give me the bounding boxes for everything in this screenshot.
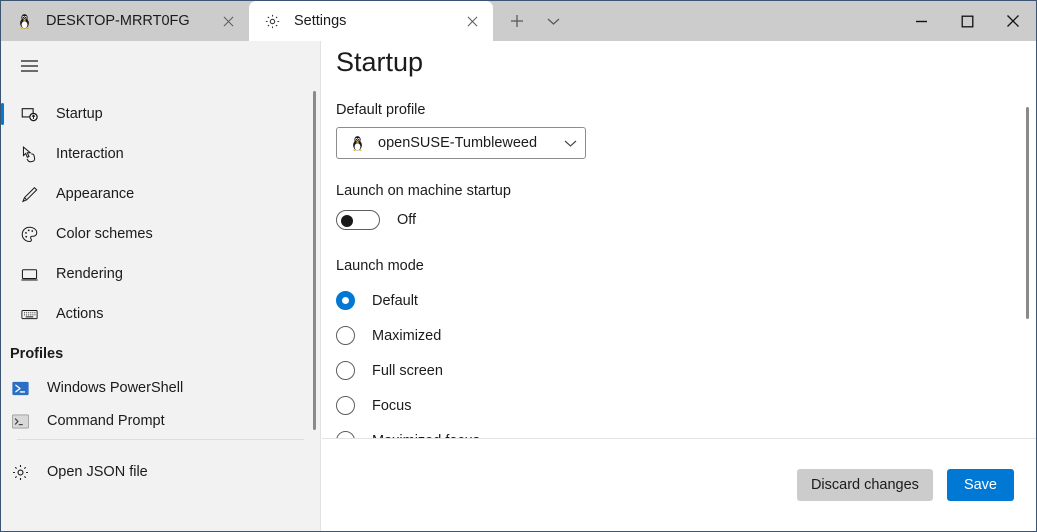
sidebar-item-label: Windows PowerShell: [47, 380, 184, 396]
tux-icon: [15, 12, 33, 30]
sidebar-divider: [17, 439, 304, 440]
title-bar: DESKTOP-MRRT0FG Settings: [1, 1, 1036, 41]
sidebar-item-windows-powershell[interactable]: Windows PowerShell: [1, 368, 320, 408]
radio-label: Maximized: [372, 327, 442, 344]
launch-on-startup-toggle[interactable]: [336, 210, 380, 230]
default-profile-label: Default profile: [336, 102, 426, 118]
launch-on-startup-label: Launch on machine startup: [336, 183, 511, 199]
sidebar-item-label: Rendering: [56, 266, 123, 282]
tab-settings[interactable]: Settings: [249, 1, 493, 41]
radio-option-maximized[interactable]: Maximized: [336, 318, 1036, 353]
chevron-down-icon: [564, 139, 577, 148]
sidebar-scrollbar[interactable]: [313, 91, 316, 430]
radio-option-focus[interactable]: Focus: [336, 388, 1036, 423]
radio-option-full-screen[interactable]: Full screen: [336, 353, 1036, 388]
radio-indicator: [336, 326, 355, 345]
content-scrollbar[interactable]: [1026, 107, 1029, 319]
sidebar-item-label: Command Prompt: [47, 413, 165, 429]
sidebar-item-actions[interactable]: Actions: [1, 294, 320, 334]
open-json-file-label: Open JSON file: [47, 464, 148, 480]
powershell-icon: [10, 378, 30, 398]
sidebar-item-interaction[interactable]: Interaction: [1, 134, 320, 174]
settings-window: DESKTOP-MRRT0FG Settings Startup Interac…: [0, 0, 1037, 532]
sidebar-section-profiles: Profiles: [10, 346, 64, 362]
radio-indicator: [336, 361, 355, 380]
new-tab-button[interactable]: [499, 5, 535, 37]
sidebar-item-command-prompt[interactable]: Command Prompt: [1, 408, 320, 434]
save-button[interactable]: Save: [946, 469, 1014, 501]
sidebar-item-startup[interactable]: Startup: [1, 94, 320, 134]
tab-close-button[interactable]: [213, 6, 243, 36]
open-json-file-button[interactable]: Open JSON file: [1, 452, 320, 492]
radio-indicator: [336, 291, 355, 310]
radio-label: Focus: [372, 397, 412, 414]
cursor-click-icon: [19, 144, 39, 164]
tab-strip: DESKTOP-MRRT0FG Settings: [1, 1, 493, 41]
radio-indicator: [336, 396, 355, 415]
close-button[interactable]: [990, 1, 1036, 41]
sidebar: Startup Interaction Appearance Color sch…: [1, 41, 321, 531]
radio-indicator: [336, 431, 355, 438]
radio-option-maximized-focus[interactable]: Maximized focus: [336, 423, 1036, 438]
radio-label: Full screen: [372, 362, 443, 379]
tab-desktop-mrrt0fg[interactable]: DESKTOP-MRRT0FG: [1, 1, 249, 41]
default-profile-value: openSUSE-Tumbleweed: [378, 135, 538, 151]
sidebar-item-label: Actions: [56, 306, 104, 322]
tab-title: Settings: [294, 13, 347, 29]
page-title: Startup: [336, 47, 424, 77]
maximize-button[interactable]: [944, 1, 990, 41]
sidebar-nav: Startup Interaction Appearance Color sch…: [1, 94, 320, 434]
tab-close-button[interactable]: [457, 6, 487, 36]
command-prompt-icon: [10, 411, 30, 431]
sidebar-item-label: Color schemes: [56, 226, 153, 242]
gear-icon: [10, 462, 30, 482]
launch-mode-label: Launch mode: [336, 258, 424, 274]
settings-content: Startup Default profile openSUSE-Tumblew…: [322, 41, 1036, 438]
palette-icon: [19, 224, 39, 244]
chevron-down-icon[interactable]: [535, 5, 571, 37]
sidebar-item-appearance[interactable]: Appearance: [1, 174, 320, 214]
launch-mode-radio-group: Default Maximized Full screen Focus Maxi…: [336, 283, 1036, 438]
keyboard-icon: [19, 304, 39, 324]
launch-on-startup-row: Off: [336, 210, 1036, 230]
sidebar-item-color-schemes[interactable]: Color schemes: [1, 214, 320, 254]
sidebar-item-label: Interaction: [56, 146, 124, 162]
tab-title: DESKTOP-MRRT0FG: [46, 13, 190, 29]
toggle-knob: [341, 215, 353, 227]
gear-icon: [263, 12, 281, 30]
launch-on-startup-state: Off: [397, 212, 417, 228]
radio-label: Default: [372, 292, 418, 309]
monitor-icon: [19, 264, 39, 284]
minimize-button[interactable]: [898, 1, 944, 41]
window-controls: [898, 1, 1036, 41]
hamburger-icon[interactable]: [5, 46, 53, 86]
sidebar-item-rendering[interactable]: Rendering: [1, 254, 320, 294]
tab-actions: [493, 1, 571, 41]
radio-option-default[interactable]: Default: [336, 283, 1036, 318]
sidebar-item-label: Startup: [56, 106, 103, 122]
discard-changes-button[interactable]: Discard changes: [796, 469, 933, 501]
pencil-icon: [19, 184, 39, 204]
tux-icon: [348, 134, 366, 152]
sidebar-item-label: Appearance: [56, 186, 135, 202]
settings-footer: Discard changes Save: [322, 439, 1036, 531]
sidebar-footer: Open JSON file: [1, 439, 320, 531]
default-profile-dropdown[interactable]: openSUSE-Tumbleweed: [336, 127, 586, 159]
startup-icon: [19, 104, 39, 124]
